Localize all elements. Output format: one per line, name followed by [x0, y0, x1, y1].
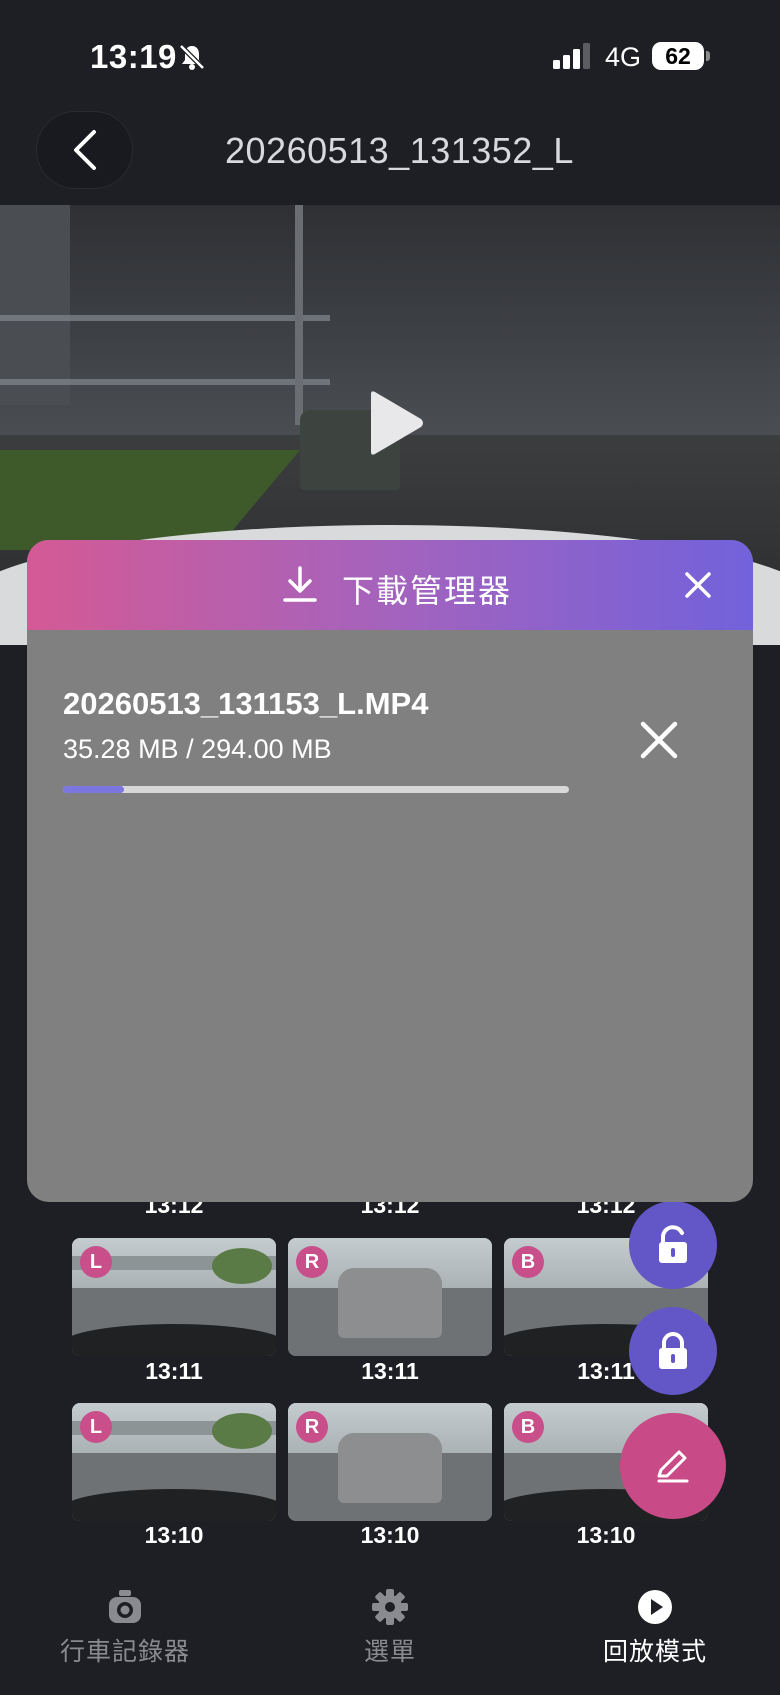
camera-badge: R [296, 1411, 328, 1443]
lock-icon [659, 1332, 687, 1369]
camera-badge: B [512, 1246, 544, 1278]
lock-button[interactable] [629, 1307, 717, 1395]
download-progress-fill [63, 786, 124, 793]
camera-badge: B [512, 1411, 544, 1443]
download-size: 35.28 MB / 294.00 MB [63, 734, 332, 764]
page-title: 20260513_131352_L [225, 130, 574, 171]
download-manager-title: 下載管理器 [342, 572, 513, 610]
network-type: 4G [605, 42, 642, 72]
download-filename: 20260513_131153_L.MP4 [63, 686, 429, 721]
battery-level: 62 [652, 42, 710, 70]
gear-icon [372, 1589, 408, 1625]
close-icon[interactable] [679, 566, 717, 604]
nav-item-dashcam[interactable]: 行車記錄器 [25, 1588, 225, 1668]
chevron-left-icon [73, 130, 96, 170]
download-progress-bar [63, 786, 569, 793]
nav-item-playback[interactable]: 回放模式 [555, 1588, 755, 1668]
thumb-time: 13:11 [361, 1358, 419, 1384]
thumb-time: 13:10 [360, 1522, 420, 1548]
cancel-download-icon[interactable] [637, 718, 681, 762]
pencil-icon [657, 1450, 689, 1483]
download-icon [283, 566, 317, 602]
video-frame-pole [295, 205, 303, 425]
download-manager-dialog: 下載管理器 20260513_131153_L.MP4 35.28 MB / 2… [27, 540, 753, 1202]
thumb-time: 13:10 [144, 1522, 204, 1548]
unlock-icon [659, 1225, 687, 1263]
play-icon[interactable] [365, 390, 425, 456]
nav-label: 行車記錄器 [59, 1637, 190, 1666]
unlock-button[interactable] [629, 1201, 717, 1289]
camera-badge: L [80, 1246, 112, 1278]
thumbnail-card[interactable]: R [288, 1403, 492, 1521]
download-item: 20260513_131153_L.MP4 35.28 MB / 294.00 … [27, 630, 753, 780]
thumbnail-card[interactable]: L [72, 1238, 276, 1356]
status-bar: 13:19 4G 62 [0, 0, 780, 110]
camera-badge: R [296, 1246, 328, 1278]
thumbnail-card[interactable]: L [72, 1403, 276, 1521]
nav-item-menu[interactable]: 選單 [290, 1588, 490, 1668]
video-frame-bridge [0, 315, 330, 385]
back-button[interactable] [36, 111, 133, 189]
bell-muted-icon [178, 43, 206, 71]
edit-button[interactable] [620, 1413, 726, 1519]
status-time: 13:19 [90, 38, 177, 75]
nav-label: 回放模式 [602, 1637, 707, 1666]
thumb-time: 13:11 [145, 1358, 203, 1384]
signal-icon [553, 43, 593, 69]
play-circle-icon [638, 1590, 672, 1624]
header: 20260513_131352_L [0, 100, 780, 205]
dashcam-icon [109, 1590, 141, 1623]
thumbnail-card[interactable]: R [288, 1238, 492, 1356]
download-manager-header: 下載管理器 [27, 540, 753, 630]
camera-badge: L [80, 1411, 112, 1443]
thumb-time: 13:10 [576, 1522, 636, 1548]
nav-label: 選單 [363, 1637, 416, 1666]
bottom-nav: 行車記錄器 選單 回放模式 [0, 1560, 780, 1695]
